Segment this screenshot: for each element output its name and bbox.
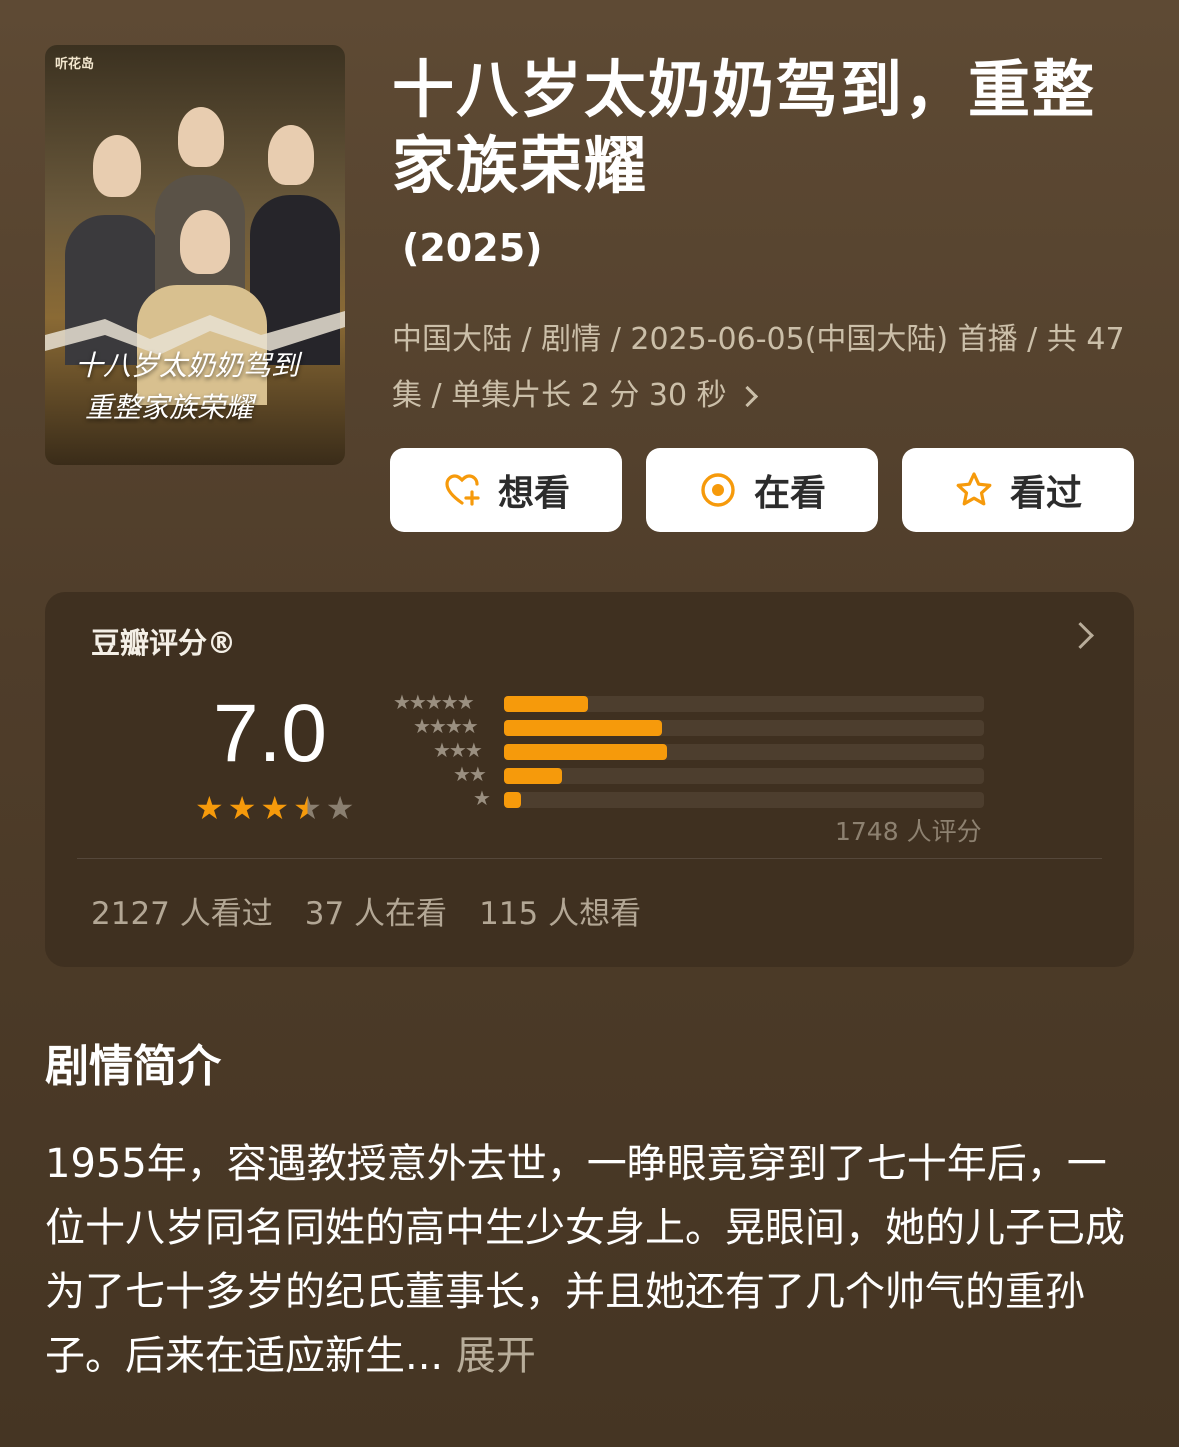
poster-image[interactable]: 听花岛 十八岁太奶奶驾到 重整家族荣耀 (45, 45, 345, 465)
rating-header: 豆瓣评分® (91, 626, 237, 660)
rating-star-icon: ★ (195, 789, 224, 827)
star-outline-icon (954, 470, 994, 510)
rating-row-bar (504, 768, 562, 784)
rating-row-bar (504, 720, 663, 736)
rating-row-stars: ★★★★★ (393, 690, 475, 714)
poster-title-line2: 重整家族荣耀 (85, 391, 254, 424)
poster-title: 十八岁太奶奶驾到 重整家族荣耀 (75, 345, 335, 429)
rating-score: 7.0 (213, 688, 327, 779)
watching-button-label: 在看 (753, 473, 826, 514)
target-icon (698, 470, 738, 510)
audience-counts: 2127 人看过 37 人在看 115 人想看 (91, 888, 641, 933)
rating-stars: ★ ★ ★ ★ ★ (195, 792, 354, 824)
watched-count[interactable]: 2127 人看过 (91, 888, 273, 933)
rating-row-bar (504, 696, 588, 712)
poster-face-left (93, 135, 141, 197)
want-button-label: 想看 (497, 473, 570, 514)
rating-row-bar (504, 792, 521, 808)
want-count[interactable]: 115 人想看 (479, 888, 641, 933)
rating-row-bar (504, 744, 668, 760)
rating-star-icon: ★ (227, 789, 257, 827)
rating-star-icon: ★ (293, 789, 322, 827)
synopsis-body: 1955年，容遇教授意外去世，一睁眼竟穿到了七十年后，一位十八岁同名同姓的高中生… (45, 1141, 1125, 1379)
show-meta[interactable]: 中国大陆 / 剧情 / 2025-06-05(中国大陆) 首播 / 共 47 集… (392, 312, 1132, 424)
poster-title-line1: 十八岁太奶奶驾到 (75, 349, 300, 382)
rating-star-icon: ★ (325, 789, 355, 827)
want-button[interactable]: 想看 (390, 448, 622, 532)
rating-row-track (504, 792, 984, 808)
show-year: (2025) (402, 226, 543, 270)
rating-row-track (504, 720, 984, 736)
synopsis-text: 1955年，容遇教授意外去世，一睁眼竟穿到了七十年后，一位十八岁同名同姓的高中生… (45, 1132, 1135, 1388)
watching-button[interactable]: 在看 (646, 448, 878, 532)
poster-brand: 听花岛 (55, 57, 95, 72)
rating-row-stars: ★★★ (433, 738, 483, 762)
rating-votes: 1748 人评分 (835, 817, 982, 846)
poster-face-center (178, 107, 224, 167)
watched-button[interactable]: 看过 (902, 448, 1134, 532)
meta-chevron-icon (737, 385, 759, 408)
rating-star-icon: ★ (260, 789, 290, 827)
synopsis-heading: 剧情简介 (45, 1041, 221, 1092)
rating-row-stars: ★★★★ (413, 714, 479, 738)
watching-count[interactable]: 37 人在看 (305, 888, 447, 933)
rating-card[interactable]: 豆瓣评分® 7.0 ★ ★ ★ ★ ★ ★★★★★ ★★★★ ★★★ ★★ ★ 1748 人评分… (45, 592, 1134, 967)
meta-text: 中国大陆 / 剧情 / 2025-06-05(中国大陆) 首播 / 共 47 集… (392, 322, 1125, 413)
rating-row-track (504, 744, 984, 760)
show-title: 十八岁太奶奶驾到，重整家族荣耀 (392, 53, 1097, 202)
rating-row-stars: ★ (473, 786, 491, 810)
card-divider (77, 858, 1102, 859)
rating-row-stars: ★★ (453, 762, 487, 786)
rating-chevron-icon (1067, 622, 1094, 649)
heart-plus-icon (442, 470, 482, 510)
poster-face-right (268, 125, 314, 185)
watched-button-label: 看过 (1009, 473, 1082, 514)
rating-row-track (504, 696, 984, 712)
expand-link[interactable]: 展开 (456, 1333, 536, 1379)
poster-face-front (180, 210, 230, 274)
rating-row-track (504, 768, 984, 784)
